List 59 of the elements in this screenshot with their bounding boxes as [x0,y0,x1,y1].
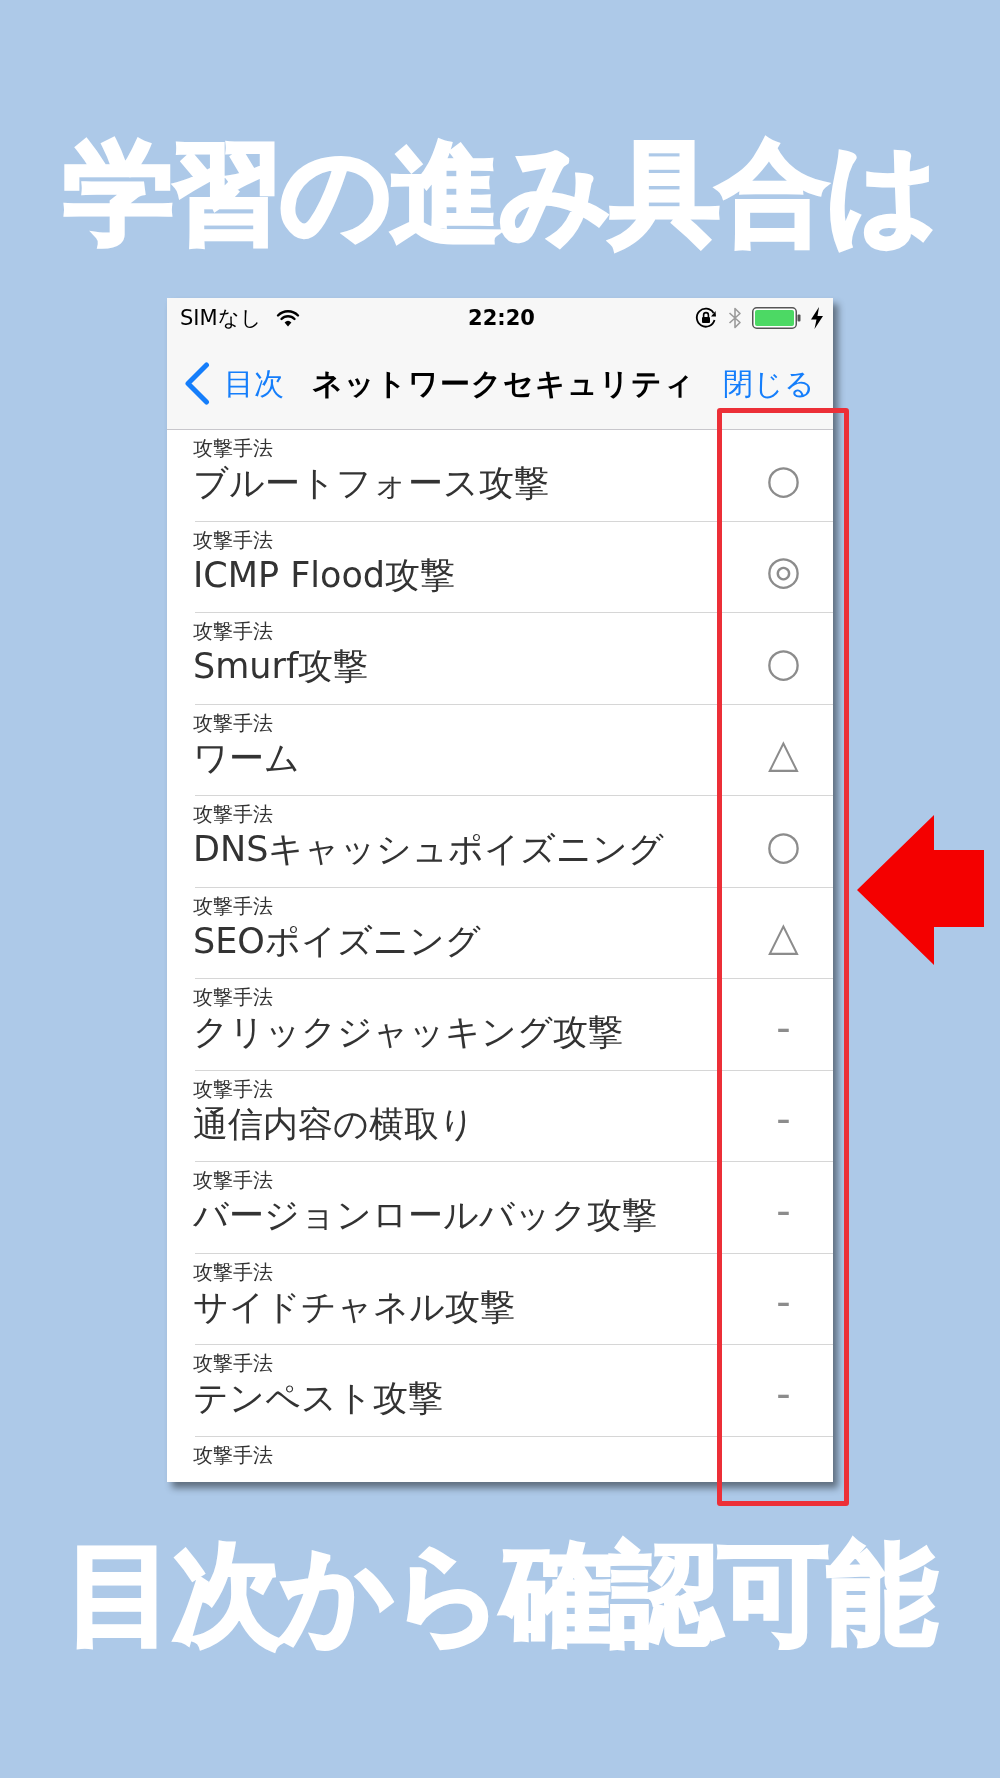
category-label: 攻撃手法 [193,1260,273,1284]
category-label: 攻撃手法 [193,1352,273,1375]
topic-row[interactable]: 攻撃手法 バージョンロールバック攻撃 - [167,1162,833,1254]
progress-mark: - [776,1007,791,1048]
progress-mark: - [776,1282,791,1323]
topic-row[interactable]: 攻撃手法 サイドチャネル攻撃 - [167,1253,833,1345]
progress-mark: - [776,1373,791,1414]
topic-row[interactable]: 攻撃手法 DNSキャッシュポイズニング ○ [167,796,833,888]
topic-title: サイドチャネル攻撃 [193,1285,515,1328]
rotation-lock-icon [694,306,718,330]
chevron-left-icon [184,362,210,405]
battery-icon [752,307,801,329]
topic-title: ワーム [193,736,300,779]
topic-row[interactable]: 攻撃手法 ICMP Flood攻撃 ◎ [167,521,833,613]
category-label: 攻撃手法 [193,803,273,826]
progress-mark: ◎ [766,550,801,591]
category-label: 攻撃手法 [193,620,273,643]
topic-row[interactable]: 攻撃手法 クリックジャッキング攻撃 - [167,979,833,1071]
left-arrow-icon [857,815,984,965]
topic-title: DNSキャッシュポイズニング [193,828,665,870]
carrier-label: SIMなし [180,307,262,329]
progress-mark: - [776,1099,791,1140]
progress-mark: - [776,1190,791,1231]
category-label: 攻撃手法 [193,1443,273,1467]
headline: 学習の進み具合は [63,133,937,253]
topic-row[interactable]: 攻撃手法 通信内容の横取り - [167,1070,833,1162]
progress-mark: △ [768,916,799,957]
category-label: 攻撃手法 [193,986,273,1009]
screen-title: ネットワークセキュリティ [312,365,695,402]
category-label: 攻撃手法 [193,1169,273,1192]
progress-mark: △ [768,733,799,774]
topic-title: Smurf攻撃 [193,645,369,687]
bolt-icon [811,307,823,329]
clock-time: 22:20 [468,307,535,329]
headline: 目次から確認可能 [65,1534,935,1654]
category-label: 攻撃手法 [193,894,273,918]
topic-title: クリックジャッキング攻撃 [193,1011,623,1053]
topic-title: テンペスト攻撃 [193,1377,443,1419]
topic-title: ICMP Flood攻撃 [193,553,456,596]
close-button[interactable]: 閉じる [723,365,815,402]
topic-row[interactable]: 攻撃手法 SEOポイズニング △ [167,887,833,979]
topic-title: ブルートフォース攻撃 [193,462,549,504]
topic-row[interactable]: 攻撃手法 ワーム △ [167,704,833,796]
topic-row[interactable]: 攻撃手法 ブルートフォース攻撃 ○ [167,430,833,522]
progress-mark: ○ [766,641,801,682]
category-label: 攻撃手法 [193,711,273,735]
category-label: 攻撃手法 [193,437,273,460]
topic-title: バージョンロールバック攻撃 [193,1194,657,1236]
topic-title: SEOポイズニング [193,919,481,962]
bluetooth-icon [728,306,742,330]
progress-mark: ○ [766,458,801,499]
wifi-icon [275,309,300,327]
category-label: 攻撃手法 [193,1077,273,1101]
back-button[interactable]: 目次 [184,362,284,405]
topic-row[interactable]: 攻撃手法 Smurf攻撃 ○ [167,613,833,705]
progress-mark: ○ [766,824,801,865]
topic-title: 通信内容の横取り [193,1102,475,1145]
topic-row[interactable]: 攻撃手法 テンペスト攻撃 - [167,1345,833,1437]
category-label: 攻撃手法 [193,528,273,552]
